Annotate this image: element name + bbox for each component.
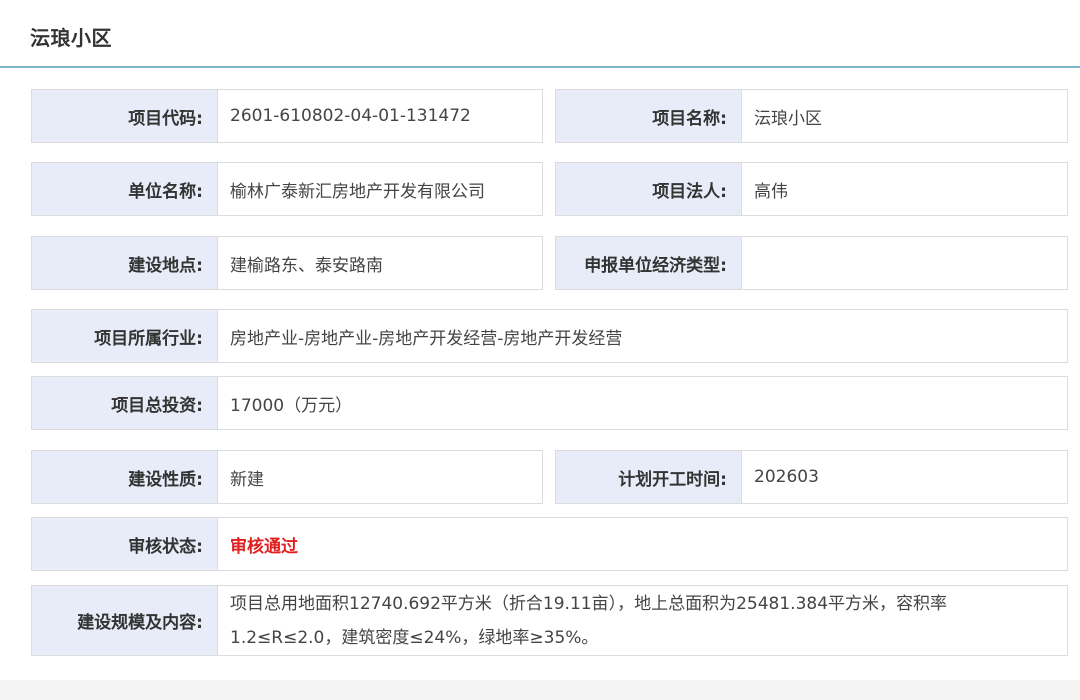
location-label: 建设地点: [31, 236, 218, 290]
page-title: 沄琅小区 [30, 26, 112, 50]
project-code-value: 2601-610802-04-01-131472 [217, 89, 543, 143]
legal-person-label: 项目法人: [555, 162, 742, 216]
location-value: 建榆路东、泰安路南 [217, 236, 543, 290]
legal-person-value: 高伟 [741, 162, 1068, 216]
row-industry: 项目所属行业: 房地产业-房地产业-房地产开发经营-房地产开发经营 [31, 309, 1068, 363]
economic-type-value [741, 236, 1068, 290]
review-status-label: 审核状态: [31, 517, 218, 571]
industry-label: 项目所属行业: [31, 309, 218, 363]
row-company: 单位名称: 榆林广泰新汇房地产开发有限公司 项目法人: 高伟 [31, 162, 1068, 216]
bottom-bar [0, 680, 1080, 700]
nature-value: 新建 [217, 450, 543, 504]
scale-line-1: 项目总用地面积12740.692平方米（折合19.11亩），地上总面积为2548… [230, 593, 948, 614]
investment-label: 项目总投资: [31, 376, 218, 430]
status-badge: 审核通过 [230, 536, 298, 557]
row-investment: 项目总投资: 17000（万元） [31, 376, 1068, 430]
project-code-label: 项目代码: [31, 89, 218, 143]
investment-value: 17000（万元） [217, 376, 1068, 430]
nature-label: 建设性质: [31, 450, 218, 504]
company-name-label: 单位名称: [31, 162, 218, 216]
project-name-label: 项目名称: [555, 89, 742, 143]
row-location: 建设地点: 建榆路东、泰安路南 申报单位经济类型: [31, 236, 1068, 290]
scale-line-2: 1.2≤R≤2.0，建筑密度≤24%，绿地率≥35%。 [230, 627, 599, 648]
scale-value: 项目总用地面积12740.692平方米（折合19.11亩），地上总面积为2548… [217, 585, 1068, 656]
start-time-value: 202603 [741, 450, 1068, 504]
project-name-value: 沄琅小区 [741, 89, 1068, 143]
row-review-status: 审核状态: 审核通过 [31, 517, 1068, 571]
scale-label: 建设规模及内容: [31, 585, 218, 656]
economic-type-label: 申报单位经济类型: [555, 236, 742, 290]
row-project-code: 项目代码: 2601-610802-04-01-131472 项目名称: 沄琅小… [31, 89, 1068, 143]
row-nature: 建设性质: 新建 计划开工时间: 202603 [31, 450, 1068, 504]
industry-value: 房地产业-房地产业-房地产开发经营-房地产开发经营 [217, 309, 1068, 363]
scale-text: 项目总用地面积12740.692平方米（折合19.11亩），地上总面积为2548… [230, 587, 947, 655]
page-header: 沄琅小区 [0, 0, 1080, 68]
row-scale: 建设规模及内容: 项目总用地面积12740.692平方米（折合19.11亩），地… [31, 585, 1068, 656]
start-time-label: 计划开工时间: [555, 450, 742, 504]
review-status-value: 审核通过 [217, 517, 1068, 571]
company-name-value: 榆林广泰新汇房地产开发有限公司 [217, 162, 543, 216]
